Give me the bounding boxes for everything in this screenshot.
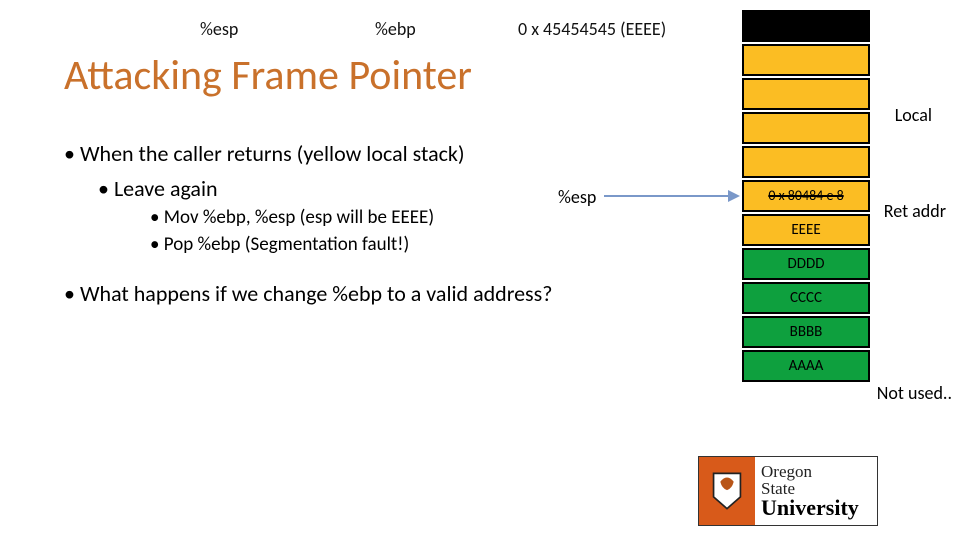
label-esp: %esp xyxy=(200,18,238,40)
stack-cell-saved-ebp: EEEE xyxy=(742,214,870,246)
page-title: Attacking Frame Pointer xyxy=(64,50,472,101)
bullet-level3: Mov %ebp, %esp (esp will be EEEE) xyxy=(150,202,694,229)
bullet-level3: Pop %ebp (Segmentation fault!) xyxy=(150,229,694,256)
annotation-notused: Not used.. xyxy=(877,382,952,404)
stack-cell-local xyxy=(742,112,870,144)
arrow-esp xyxy=(604,195,738,197)
stack-cell-buffer: CCCC xyxy=(742,282,870,314)
logo-line1: Oregon xyxy=(761,463,877,480)
stack-diagram: 0 x 80484 e 8 EEEE DDDD CCCC BBBB AAAA xyxy=(742,10,870,384)
bullet-content: When the caller returns (yellow local st… xyxy=(64,140,694,307)
stack-cell-local xyxy=(742,146,870,178)
logo-line3: University xyxy=(761,497,877,519)
stack-cell-local xyxy=(742,44,870,76)
logo-text: Oregon State University xyxy=(755,457,877,525)
stack-cell-buffer: BBBB xyxy=(742,316,870,348)
esp-pointer-label: %esp xyxy=(558,186,596,208)
bullet-question: What happens if we change %ebp to a vali… xyxy=(64,256,694,307)
bullet-level1: When the caller returns (yellow local st… xyxy=(64,140,694,167)
stack-cell-buffer: DDDD xyxy=(742,248,870,280)
stack-cell-black xyxy=(742,10,870,42)
label-ebp: %ebp xyxy=(375,18,416,40)
beaver-shield-icon xyxy=(699,457,755,525)
stack-cell-buffer: AAAA xyxy=(742,350,870,382)
stack-cell-retaddr: 0 x 80484 e 8 xyxy=(742,180,870,212)
annotation-retaddr: Ret addr xyxy=(884,200,946,222)
stack-cell-local xyxy=(742,78,870,110)
annotation-local: Local xyxy=(895,104,932,126)
oregon-state-logo: Oregon State University xyxy=(698,456,878,526)
retaddr-value: 0 x 80484 e 8 xyxy=(768,187,843,204)
label-address: 0 x 45454545 (EEEE) xyxy=(518,18,666,40)
